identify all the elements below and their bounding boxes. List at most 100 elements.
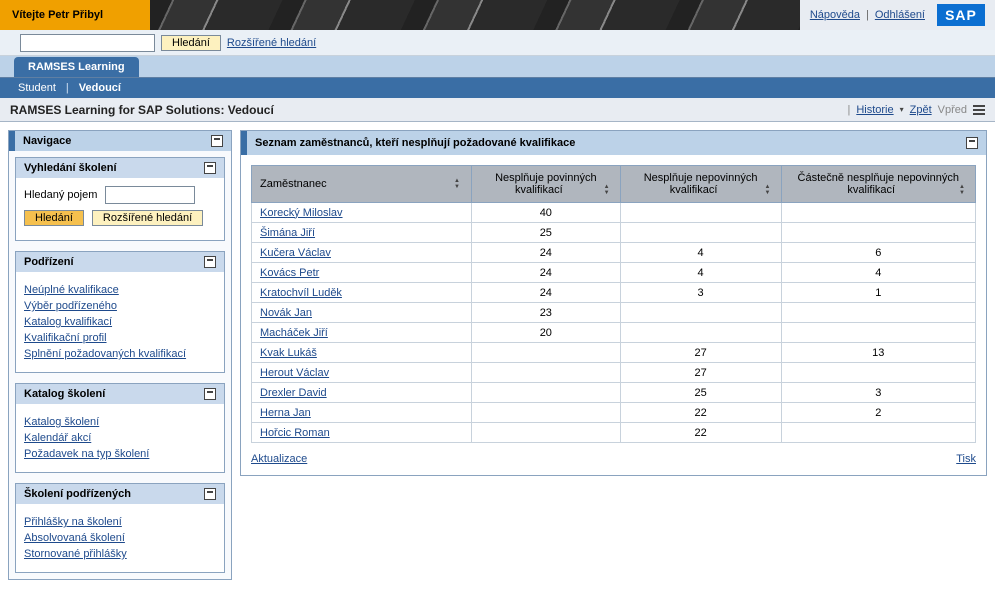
cell-employee: Kovács Petr <box>252 263 472 283</box>
nav-link[interactable]: Splnění požadovaných kvalifikací <box>24 348 216 360</box>
page-title-links: | Historie ▾ Zpět Vpřed <box>847 104 985 116</box>
collapse-icon[interactable] <box>966 137 978 149</box>
nav-panel-body: Neúplné kvalifikace Výběr podřízeného Kata… <box>16 272 224 372</box>
cell-employee: Šimána Jiří <box>252 223 472 243</box>
training-search-input[interactable] <box>105 186 195 204</box>
global-search-button[interactable]: Hledání <box>161 35 221 51</box>
collapse-icon[interactable] <box>204 256 216 268</box>
nav-panel-body: Přihlášky na školení Absolvovaná školení S… <box>16 504 224 572</box>
welcome-text: Vítejte Petr Přibyl <box>12 9 103 21</box>
table-row: Korecký Miloslav40 <box>252 203 976 223</box>
link-sep: | <box>847 104 850 116</box>
sort-icon[interactable] <box>958 184 966 196</box>
advanced-search-link[interactable]: Rozšířené hledání <box>227 37 316 49</box>
cell-value <box>472 343 621 363</box>
tab-ramses[interactable]: RAMSES Learning <box>14 57 139 77</box>
global-search-input[interactable] <box>20 34 155 52</box>
cell-employee: Macháček Jiří <box>252 323 472 343</box>
employee-link[interactable]: Herna Jan <box>260 407 311 419</box>
nav-link[interactable]: Kalendář akcí <box>24 432 216 444</box>
nav-panel-title: Školení podřízených <box>24 488 131 500</box>
cell-value: 25 <box>472 223 621 243</box>
table-row: Hořcic Roman 22 <box>252 423 976 443</box>
cell-value: 22 <box>620 423 781 443</box>
employee-link[interactable]: Kvak Lukáš <box>260 347 317 359</box>
table-row: Kučera Václav2446 <box>252 243 976 263</box>
history-dropdown-icon[interactable]: ▾ <box>900 105 904 114</box>
nav-link[interactable]: Výběr podřízeného <box>24 300 216 312</box>
col-optional[interactable]: Nesplňuje nepovinných kvalifikací <box>620 166 781 203</box>
nav-link[interactable]: Stornované přihlášky <box>24 548 216 560</box>
employee-link[interactable]: Kratochvíl Luděk <box>260 287 342 299</box>
content: Navigace Vyhledání školení Hledaný pojem… <box>0 122 995 588</box>
global-search-row: Hledání Rozšířené hledání <box>0 30 995 56</box>
cell-value: 24 <box>472 263 621 283</box>
cell-value <box>620 303 781 323</box>
sort-icon[interactable] <box>603 184 611 196</box>
cell-value: 4 <box>620 263 781 283</box>
print-link[interactable]: Tisk <box>956 453 976 465</box>
main-body: Zaměstnanec Nesplňuje povinných kvalifik… <box>241 155 986 475</box>
cell-value: 13 <box>781 343 975 363</box>
history-link[interactable]: Historie <box>856 104 893 116</box>
cell-value <box>781 303 975 323</box>
col-partial[interactable]: Částečně nesplňuje nepovinných kvalifika… <box>781 166 975 203</box>
sort-icon[interactable] <box>454 178 462 190</box>
forward-link: Vpřed <box>938 104 967 116</box>
nav-link[interactable]: Neúplné kvalifikace <box>24 284 216 296</box>
employee-link[interactable]: Korecký Miloslav <box>260 207 343 219</box>
nav-column: Navigace Vyhledání školení Hledaný pojem… <box>8 130 232 580</box>
nav-panel-title: Katalog školení <box>24 388 105 400</box>
cell-value <box>472 363 621 383</box>
employee-link[interactable]: Šimána Jiří <box>260 227 315 239</box>
employee-link[interactable]: Kučera Václav <box>260 247 331 259</box>
nav-panel-title: Podřízení <box>24 256 74 268</box>
collapse-icon[interactable] <box>211 135 223 147</box>
subtab-student[interactable]: Student <box>18 82 56 94</box>
back-link[interactable]: Zpět <box>910 104 932 116</box>
sap-logo: SAP <box>937 4 985 26</box>
nav-link[interactable]: Kvalifikační profil <box>24 332 216 344</box>
cell-value <box>472 403 621 423</box>
collapse-icon[interactable] <box>204 388 216 400</box>
employee-link[interactable]: Drexler David <box>260 387 327 399</box>
nav-link[interactable]: Absolvovaná školení <box>24 532 216 544</box>
employee-link[interactable]: Herout Václav <box>260 367 329 379</box>
subtab-strip: Student | Vedoucí <box>0 78 995 98</box>
cell-value: 3 <box>781 383 975 403</box>
cell-employee: Novák Jan <box>252 303 472 323</box>
employee-link[interactable]: Hořcic Roman <box>260 427 330 439</box>
employee-link[interactable]: Novák Jan <box>260 307 312 319</box>
main-column: Seznam zaměstnanců, kteří nesplňují poža… <box>240 130 987 476</box>
options-icon[interactable] <box>973 105 985 115</box>
table-row: Drexler David253 <box>252 383 976 403</box>
cell-value <box>781 223 975 243</box>
employee-link[interactable]: Macháček Jiří <box>260 327 328 339</box>
nav-link[interactable]: Přihlášky na školení <box>24 516 216 528</box>
refresh-link[interactable]: Aktualizace <box>251 453 307 465</box>
employee-link[interactable]: Kovács Petr <box>260 267 319 279</box>
subtab-vedouci[interactable]: Vedoucí <box>79 82 121 94</box>
page-title: RAMSES Learning for SAP Solutions: Vedou… <box>10 103 274 117</box>
cell-value: 3 <box>620 283 781 303</box>
nav-panel: Školení podřízených Přihlášky na školení A… <box>15 483 225 573</box>
col-employee[interactable]: Zaměstnanec <box>252 166 472 203</box>
cell-value: 6 <box>781 243 975 263</box>
nav-panel-head: Podřízení <box>16 252 224 272</box>
nav-link[interactable]: Požadavek na typ školení <box>24 448 216 460</box>
training-adv-search-button[interactable]: Rozšířené hledání <box>92 210 203 226</box>
collapse-icon[interactable] <box>204 488 216 500</box>
table-row: Šimána Jiří 25 <box>252 223 976 243</box>
collapse-icon[interactable] <box>204 162 216 174</box>
col-mandatory[interactable]: Nesplňuje povinných kvalifikací <box>472 166 621 203</box>
nav-panel-search-title: Vyhledání školení <box>24 162 117 174</box>
logout-link[interactable]: Odhlášení <box>875 9 925 21</box>
training-search-button[interactable]: Hledání <box>24 210 84 226</box>
employee-table: Zaměstnanec Nesplňuje povinných kvalifik… <box>251 165 976 443</box>
cell-value <box>781 423 975 443</box>
cell-value <box>781 323 975 343</box>
sort-icon[interactable] <box>764 184 772 196</box>
help-link[interactable]: Nápověda <box>810 9 860 21</box>
nav-link[interactable]: Katalog kvalifikací <box>24 316 216 328</box>
nav-link[interactable]: Katalog školení <box>24 416 216 428</box>
